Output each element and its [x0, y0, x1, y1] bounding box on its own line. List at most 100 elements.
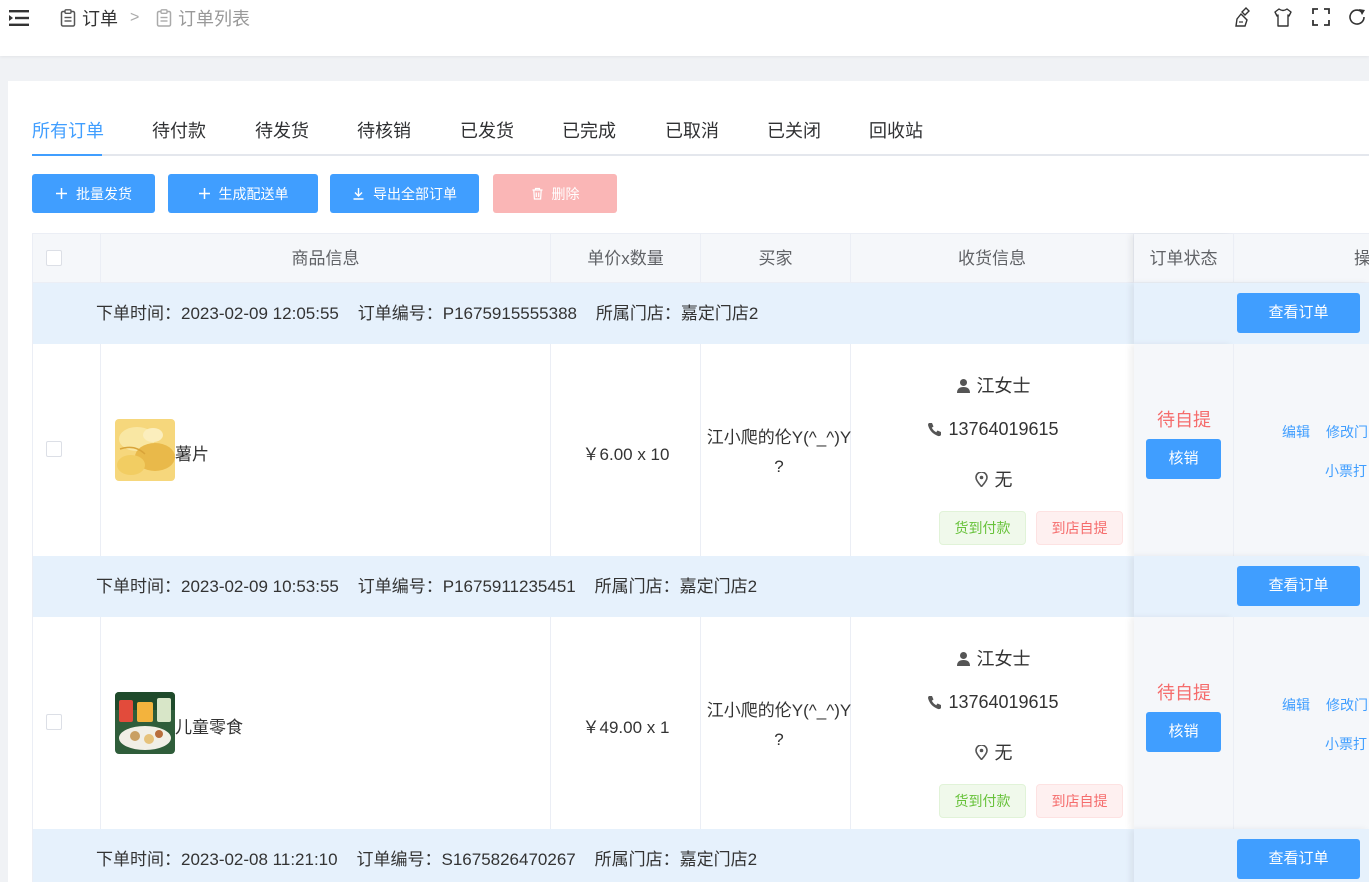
product-image-chips	[115, 419, 175, 481]
receiver-cell: 江女士 13764019615 无 货到付款 到店自提	[851, 617, 1135, 829]
tab-pending-payment[interactable]: 待付款	[152, 117, 206, 156]
column-header: 单价x数量	[551, 234, 701, 283]
tab-pending-shipment[interactable]: 待发货	[255, 117, 309, 156]
verify-button[interactable]: 核销	[1146, 439, 1221, 479]
verify-button[interactable]: 核销	[1146, 712, 1221, 752]
orders-table: 商品信息 单价x数量 买家 收货信息 订单状态 操 下单时间：2023-02-0…	[32, 233, 1369, 882]
modify-store-link[interactable]: 修改门	[1326, 422, 1368, 442]
column-header: 订单状态	[1134, 234, 1234, 283]
status-cell: 待自提 核销	[1134, 344, 1234, 556]
button-label: 删除	[551, 185, 580, 202]
breadcrumb-separator: >	[130, 9, 140, 26]
active-tab-indicator	[32, 154, 102, 156]
column-header: 买家	[701, 234, 851, 283]
phone-icon	[928, 696, 942, 710]
batch-ship-button[interactable]: 批量发货	[32, 174, 155, 213]
tab-closed[interactable]: 已关闭	[767, 117, 821, 156]
table-header: 商品信息 单价x数量 买家 收货信息 订单状态 操	[33, 233, 1369, 283]
select-cell	[33, 617, 101, 829]
order-header-info: 下单时间：2023-02-08 11:21:10 订单编号：S167582647…	[96, 850, 758, 869]
payment-tag: 货到付款	[939, 784, 1026, 818]
receiver-name-line: 江女士	[851, 645, 1135, 671]
print-receipt-link[interactable]: 小票打	[1325, 461, 1367, 481]
select-cell	[33, 344, 101, 556]
column-header: 收货信息	[851, 234, 1134, 283]
generate-delivery-button[interactable]: 生成配送单	[168, 174, 318, 213]
receiver-name: 江女士	[976, 376, 1031, 396]
status-cell: 待自提 核销	[1134, 617, 1234, 829]
menu-toggle-icon[interactable]	[9, 9, 29, 27]
order-header-row: 下单时间：2023-02-09 10:53:55 订单编号：P167591123…	[33, 556, 1369, 617]
export-all-button[interactable]: 导出全部订单	[330, 174, 479, 213]
button-label: 导出全部订单	[373, 185, 457, 202]
view-order-button[interactable]: 查看订单	[1237, 566, 1360, 606]
location-icon	[974, 744, 988, 760]
tab-completed[interactable]: 已完成	[562, 117, 616, 156]
operations-cell: 编辑 修改门 小票打	[1234, 344, 1369, 556]
receiver-phone: 13764019615	[948, 692, 1059, 712]
view-order-button[interactable]: 查看订单	[1237, 293, 1360, 333]
theme-icon[interactable]	[1272, 6, 1294, 28]
receiver-address-line: 无	[851, 466, 1135, 492]
receiver-phone: 13764019615	[948, 419, 1059, 439]
trash-icon	[532, 187, 542, 200]
fullscreen-icon[interactable]	[1310, 6, 1332, 28]
breadcrumb-orders[interactable]: 订单	[60, 6, 118, 30]
print-receipt-link[interactable]: 小票打	[1325, 734, 1367, 754]
button-label: 生成配送单	[218, 185, 289, 202]
user-icon	[956, 378, 970, 393]
row-checkbox[interactable]	[46, 714, 62, 730]
refresh-icon[interactable]	[1346, 6, 1368, 28]
table-row: 儿童零食 ￥49.00 x 1 江小爬的伦Y(^_^)Y ? 江女士 13764…	[33, 617, 1369, 829]
order-status: 待自提	[1157, 410, 1211, 430]
tab-recycle-bin[interactable]: 回收站	[869, 117, 923, 156]
price-quantity: ￥49.00 x 1	[582, 718, 670, 737]
clipboard-icon	[60, 9, 76, 27]
receiver-address-line: 无	[851, 739, 1135, 765]
select-all-cell	[33, 234, 101, 283]
breadcrumb-order-list: 订单列表	[156, 6, 250, 30]
receiver-phone-line: 13764019615	[851, 419, 1135, 440]
order-tabs: 所有订单 待付款 待发货 待核销 已发货 已完成 已取消 已关闭 回收站	[32, 117, 1369, 156]
price-quantity: ￥6.00 x 10	[582, 445, 670, 464]
plus-icon	[56, 188, 67, 199]
breadcrumb-label: 订单列表	[178, 9, 250, 29]
order-header-info: 下单时间：2023-02-09 12:05:55 订单编号：P167591555…	[96, 304, 759, 323]
top-header: 订单 > 订单列表	[0, 0, 1369, 56]
select-all-checkbox[interactable]	[46, 250, 62, 266]
receiver-name-line: 江女士	[851, 372, 1135, 398]
button-label: 批量发货	[76, 185, 132, 202]
receiver-address: 无	[994, 470, 1013, 490]
clear-icon[interactable]	[1234, 6, 1256, 28]
main-card: 所有订单 待付款 待发货 待核销 已发货 已完成 已取消 已关闭 回收站 批量发…	[8, 81, 1369, 882]
location-icon	[974, 471, 988, 487]
edit-link[interactable]: 编辑	[1282, 695, 1310, 715]
receiver-phone-line: 13764019615	[851, 692, 1135, 713]
buyer-name: 江小爬的伦Y(^_^)Y ?	[706, 701, 852, 749]
pickup-tag: 到店自提	[1036, 784, 1123, 818]
edit-link[interactable]: 编辑	[1282, 422, 1310, 442]
order-header-row: 下单时间：2023-02-09 12:05:55 订单编号：P167591555…	[33, 283, 1369, 344]
table-row: 薯片 ￥6.00 x 10 江小爬的伦Y(^_^)Y ? 江女士 1376401…	[33, 344, 1369, 556]
delete-button[interactable]: 删除	[493, 174, 617, 213]
clipboard-icon	[156, 9, 172, 27]
download-icon	[353, 188, 364, 200]
row-checkbox[interactable]	[46, 441, 62, 457]
breadcrumb-label: 订单	[82, 9, 118, 29]
operations-cell: 编辑 修改门 小票打	[1234, 617, 1369, 829]
tab-all-orders[interactable]: 所有订单	[32, 117, 104, 156]
user-icon	[956, 651, 970, 666]
receiver-address: 无	[994, 743, 1013, 763]
tab-shipped[interactable]: 已发货	[460, 117, 514, 156]
tab-cancelled[interactable]: 已取消	[665, 117, 719, 156]
plus-icon	[198, 188, 210, 199]
product-image-kids-snacks	[115, 692, 175, 754]
tab-pending-verify[interactable]: 待核销	[357, 117, 411, 156]
payment-tag: 货到付款	[939, 511, 1026, 545]
product-name: 薯片	[175, 445, 209, 464]
receiver-cell: 江女士 13764019615 无 货到付款 到店自提	[851, 344, 1135, 556]
modify-store-link[interactable]: 修改门	[1326, 695, 1368, 715]
phone-icon	[928, 423, 942, 437]
view-order-button[interactable]: 查看订单	[1237, 839, 1360, 879]
column-header: 商品信息	[101, 234, 551, 283]
